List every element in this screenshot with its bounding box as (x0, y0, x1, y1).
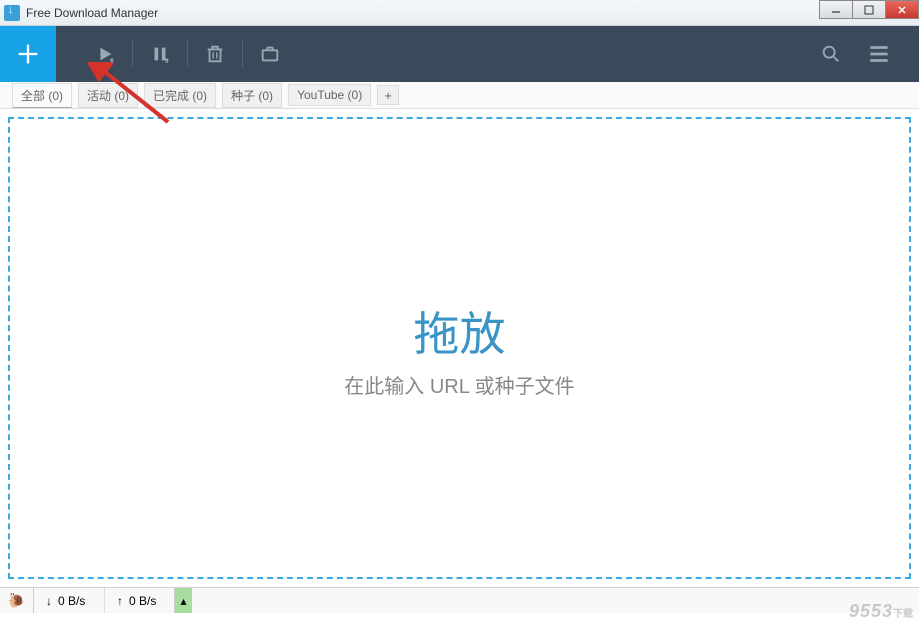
pause-button[interactable] (135, 26, 185, 82)
upload-speed[interactable]: ↑ 0 B/s (104, 588, 174, 613)
main-content: 拖放 在此输入 URL 或种子文件 (0, 109, 919, 587)
tab-active[interactable]: 活动 (0) (78, 83, 138, 108)
maximize-button[interactable] (852, 0, 886, 19)
status-bar: 🐌 ↓ 0 B/s ↑ 0 B/s ▴ (0, 587, 919, 613)
up-arrow-icon: ↑ (117, 594, 123, 608)
tab-youtube[interactable]: YouTube (0) (288, 84, 371, 106)
main-toolbar (0, 26, 919, 82)
search-icon (820, 43, 842, 65)
tab-torrents[interactable]: 种子 (0) (222, 83, 282, 108)
dropzone-subtitle: 在此输入 URL 或种子文件 (344, 370, 574, 399)
app-icon (4, 5, 20, 21)
start-button[interactable] (80, 26, 130, 82)
close-icon (897, 5, 907, 15)
window-titlebar: Free Download Manager (0, 0, 919, 26)
minimize-icon (831, 6, 841, 14)
tab-completed[interactable]: 已完成 (0) (144, 83, 216, 108)
toolbar-separator (242, 40, 243, 68)
add-download-button[interactable] (0, 26, 56, 82)
trash-icon (204, 43, 226, 65)
play-icon (94, 43, 116, 65)
window-title: Free Download Manager (26, 6, 158, 20)
maximize-icon (864, 5, 874, 15)
hamburger-icon (866, 41, 892, 67)
briefcase-icon (259, 43, 281, 65)
down-arrow-icon: ↓ (46, 594, 52, 608)
watermark: 9553下载 (849, 601, 913, 622)
dropzone-title: 拖放 (414, 298, 506, 364)
minimize-button[interactable] (819, 0, 853, 19)
toolbar-separator (187, 40, 188, 68)
close-button[interactable] (885, 0, 919, 19)
toolbar-separator (132, 40, 133, 68)
watermark-sub: 下载 (893, 609, 913, 620)
snail-mode-button[interactable]: 🐌 (0, 588, 34, 613)
download-speed[interactable]: ↓ 0 B/s (34, 588, 104, 613)
tab-all[interactable]: 全部 (0) (12, 83, 72, 108)
pause-icon (149, 43, 171, 65)
plus-icon (14, 40, 42, 68)
drop-zone[interactable]: 拖放 在此输入 URL 或种子文件 (8, 117, 911, 579)
search-button[interactable] (807, 26, 855, 82)
speed-selector[interactable]: ▴ (174, 588, 192, 613)
add-tab-button[interactable]: + (377, 85, 399, 105)
archive-button[interactable] (245, 26, 295, 82)
upload-speed-value: 0 B/s (129, 594, 156, 608)
download-speed-value: 0 B/s (58, 594, 85, 608)
watermark-main: 9553 (849, 601, 893, 621)
window-controls (820, 0, 919, 19)
menu-button[interactable] (855, 26, 903, 82)
delete-button[interactable] (190, 26, 240, 82)
filter-tabs: 全部 (0) 活动 (0) 已完成 (0) 种子 (0) YouTube (0)… (0, 82, 919, 109)
